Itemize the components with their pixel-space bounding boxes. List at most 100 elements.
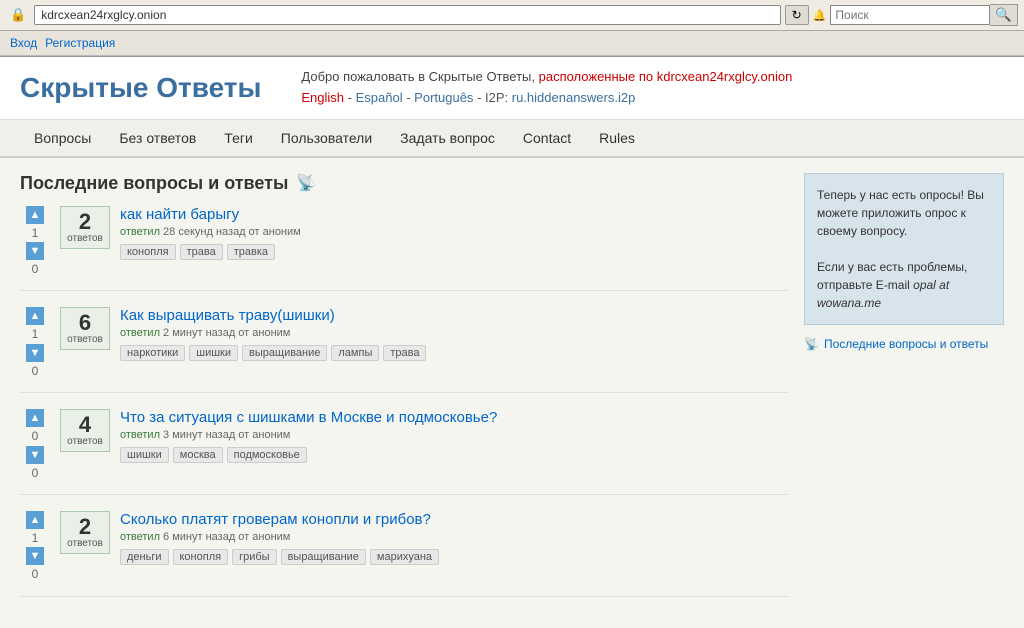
answer-count-box: 6 ответов [60, 307, 110, 350]
answer-count-box: 2 ответов [60, 206, 110, 249]
tag[interactable]: выращивание [281, 549, 366, 565]
tag[interactable]: деньги [120, 549, 169, 565]
tags-container: деньгиконоплягрибы выращиваниемарихуана [120, 549, 789, 565]
tag[interactable]: конопля [120, 244, 176, 260]
vote-down-count: 0 [32, 567, 39, 581]
nav-rules[interactable]: Rules [585, 120, 649, 156]
vote-down-button[interactable]: ▼ [26, 547, 44, 565]
lang-i2p[interactable]: ru.hiddenanswers.i2p [512, 90, 636, 105]
vote-down-button[interactable]: ▼ [26, 242, 44, 260]
question-title[interactable]: Что за ситуация с шишками в Москве и под… [120, 409, 497, 426]
vote-down-button[interactable]: ▼ [26, 446, 44, 464]
questions-list: ▲ 1 ▼ 0 2 ответов как найти барыгу ответ… [20, 206, 789, 597]
site-logo: Скрытые Ответы [20, 72, 261, 104]
question-item-1: ▲ 1 ▼ 0 6 ответов Как выращивать траву(ш… [20, 307, 789, 393]
tag[interactable]: подмосковье [227, 447, 307, 463]
vote-up-count: 1 [32, 327, 39, 341]
tag[interactable]: конопля [173, 549, 229, 565]
browser-search-button[interactable]: 🔍 [990, 4, 1018, 26]
vote-box: ▲ 1 ▼ 0 [20, 511, 50, 582]
question-body: как найти барыгу ответил 28 секунд назад… [120, 206, 789, 260]
nav-questions[interactable]: Вопросы [20, 120, 105, 156]
nav-users[interactable]: Пользователи [267, 120, 386, 156]
browser-nav-links: Вход Регистрация [6, 34, 119, 52]
sidebar-info-box: Теперь у нас есть опросы! Вы можете прил… [804, 173, 1004, 325]
lang-espanol[interactable]: Español [356, 90, 403, 105]
question-title[interactable]: как найти барыгу [120, 206, 239, 223]
reload-button[interactable]: ↻ [785, 5, 809, 25]
question-meta: ответил 28 секунд назад от аноним [120, 226, 789, 238]
question-item-3: ▲ 1 ▼ 0 2 ответов Сколько платят гровера… [20, 511, 789, 597]
lang-english[interactable]: English [301, 90, 344, 105]
answer-count-box: 4 ответов [60, 409, 110, 452]
tag[interactable]: шишки [189, 345, 238, 361]
sidebar: Теперь у нас есть опросы! Вы можете прил… [804, 173, 1004, 613]
lang-portugues[interactable]: Português [414, 90, 473, 105]
sidebar-rss-text: Последние вопросы и ответы [824, 337, 988, 351]
vote-up-button[interactable]: ▲ [26, 409, 44, 427]
address-bar[interactable] [34, 5, 780, 25]
sidebar-rss-link[interactable]: 📡 Последние вопросы и ответы [804, 337, 1004, 351]
answer-count-num: 2 [67, 211, 103, 233]
welcome-text: Добро пожаловать в Скрытые Ответы, [301, 69, 538, 84]
nav-contact[interactable]: Contact [509, 120, 585, 156]
question-item-2: ▲ 0 ▼ 0 4 ответов Что за ситуация с шишк… [20, 409, 789, 495]
login-link[interactable]: Вход [10, 36, 37, 50]
vote-up-count: 1 [32, 531, 39, 545]
tags-container: коноплятраватравка [120, 244, 789, 260]
vote-box: ▲ 0 ▼ 0 [20, 409, 50, 480]
onion-link: расположенные по kdrcxean24rxglcy.onion [539, 69, 793, 84]
nav-tags[interactable]: Теги [210, 120, 266, 156]
answer-count-box: 2 ответов [60, 511, 110, 554]
vote-up-count: 0 [32, 429, 39, 443]
answer-count-label: ответов [67, 233, 103, 244]
nav-unanswered[interactable]: Без ответов [105, 120, 210, 156]
vote-box: ▲ 1 ▼ 0 [20, 307, 50, 378]
tag[interactable]: трава [383, 345, 426, 361]
question-title[interactable]: Сколько платят гроверам конопли и грибов… [120, 511, 431, 528]
register-link[interactable]: Регистрация [45, 36, 115, 50]
answer-count-label: ответов [67, 538, 103, 549]
vote-box: ▲ 1 ▼ 0 [20, 206, 50, 277]
tag[interactable]: выращивание [242, 345, 327, 361]
question-body: Сколько платят гроверам конопли и грибов… [120, 511, 789, 565]
content-area: Последние вопросы и ответы 📡 ▲ 1 ▼ 0 2 о… [20, 173, 789, 613]
tag[interactable]: марихуана [370, 549, 439, 565]
question-title[interactable]: Как выращивать траву(шишки) [120, 307, 335, 324]
answered-label: ответил [120, 531, 160, 543]
sidebar-rss-icon: 📡 [804, 337, 819, 351]
question-meta: ответил 3 минут назад от аноним [120, 429, 789, 441]
answered-label: ответил [120, 226, 160, 238]
tag[interactable]: травка [227, 244, 275, 260]
tag[interactable]: лампы [331, 345, 379, 361]
tag[interactable]: трава [180, 244, 223, 260]
header-right: Добро пожаловать в Скрытые Ответы, распо… [301, 67, 792, 109]
answer-count-num: 4 [67, 414, 103, 436]
tag[interactable]: грибы [232, 549, 276, 565]
question-meta: ответил 6 минут назад от аноним [120, 531, 789, 543]
answer-count-num: 2 [67, 516, 103, 538]
tags-container: шишкимоскваподмосковье [120, 447, 789, 463]
rss-icon: 📡 [296, 173, 316, 193]
vote-up-button[interactable]: ▲ [26, 511, 44, 529]
tag[interactable]: москва [173, 447, 223, 463]
answer-count-num: 6 [67, 312, 103, 334]
tag[interactable]: шишки [120, 447, 169, 463]
nav-ask[interactable]: Задать вопрос [386, 120, 509, 156]
lang-links: English - Español - Português - I2P: ru.… [301, 88, 792, 109]
question-body: Как выращивать траву(шишки) ответил 2 ми… [120, 307, 789, 361]
question-body: Что за ситуация с шишками в Москве и под… [120, 409, 789, 463]
vote-up-button[interactable]: ▲ [26, 307, 44, 325]
tags-container: наркотикишишкивыращиваниелампытрава [120, 345, 789, 361]
answer-count-label: ответов [67, 436, 103, 447]
section-title-text: Последние вопросы и ответы [20, 173, 288, 194]
vote-down-count: 0 [32, 466, 39, 480]
vote-up-button[interactable]: ▲ [26, 206, 44, 224]
vote-down-button[interactable]: ▼ [26, 344, 44, 362]
site-nav: Вопросы Без ответов Теги Пользователи За… [0, 120, 1024, 158]
answer-count-label: ответов [67, 334, 103, 345]
tag[interactable]: наркотики [120, 345, 185, 361]
vote-down-count: 0 [32, 262, 39, 276]
email-link: opal at wowana.me [817, 278, 949, 310]
browser-search-input[interactable] [830, 5, 990, 25]
